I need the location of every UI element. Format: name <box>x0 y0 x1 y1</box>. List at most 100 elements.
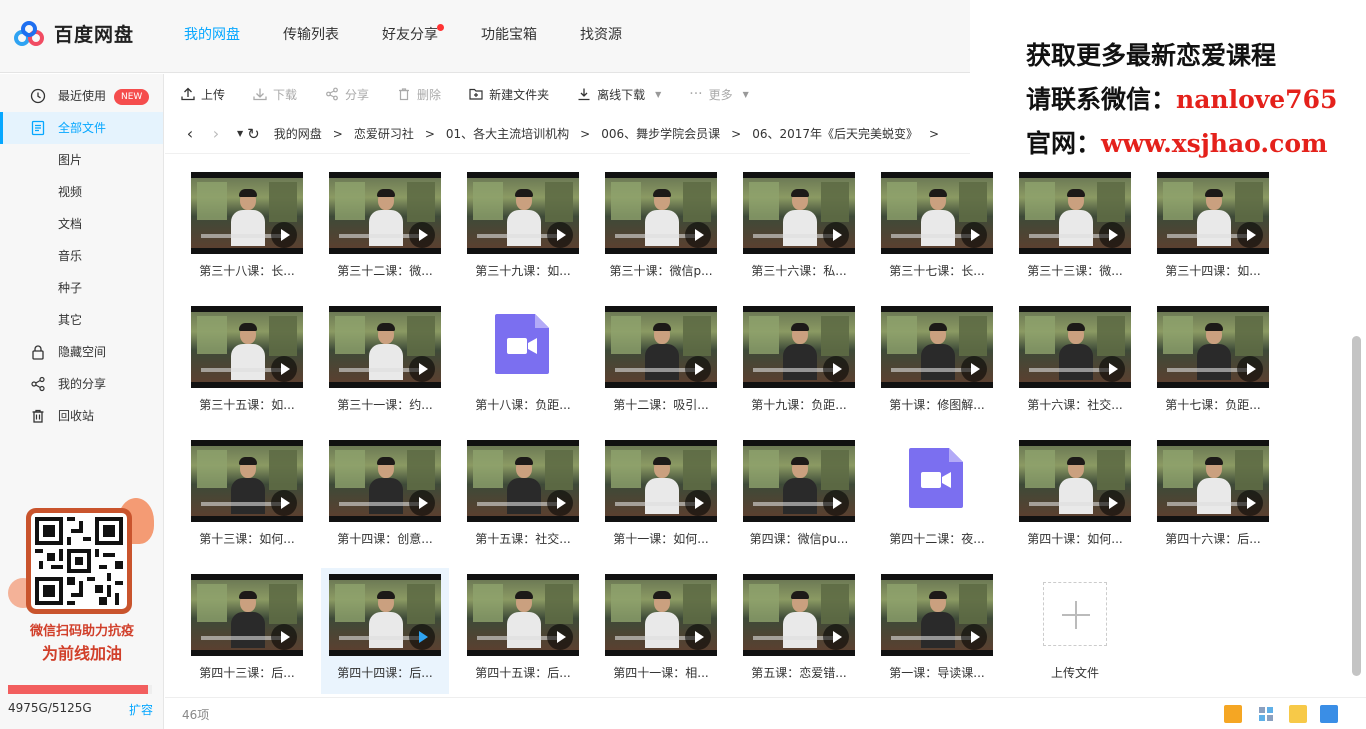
lock-icon[interactable] <box>1320 705 1338 723</box>
more-button[interactable]: ··· 更多 ▼ <box>689 86 749 103</box>
delete-button[interactable]: 删除 <box>397 86 441 103</box>
file-tile[interactable]: 第十课：修图解... <box>873 300 1001 426</box>
file-tile[interactable]: 第十六课：社交... <box>1011 300 1139 426</box>
file-tile[interactable]: 第十七课：负距... <box>1149 300 1277 426</box>
vertical-scrollbar[interactable] <box>1352 156 1361 680</box>
scrollbar-thumb[interactable] <box>1352 336 1361 676</box>
breadcrumb-item[interactable]: 我的网盘 <box>274 125 322 142</box>
expand-storage-link[interactable]: 扩容 <box>129 701 153 718</box>
share-button[interactable]: 分享 <box>325 86 369 103</box>
video-thumbnail <box>881 172 993 254</box>
apps-grid-icon[interactable] <box>1257 705 1275 723</box>
sidebar-item-my-share[interactable]: 我的分享 <box>0 368 163 400</box>
offline-download-button[interactable]: 离线下载 ▼ <box>577 86 661 103</box>
tab-toolbox[interactable]: 功能宝箱 <box>467 0 551 73</box>
cloud-logo-icon <box>14 20 46 47</box>
play-icon <box>1237 490 1263 516</box>
play-icon <box>1237 356 1263 382</box>
sidebar-item-label: 全部文件 <box>58 121 107 135</box>
breadcrumb-separator-icon: > <box>332 126 343 141</box>
tab-find-resources[interactable]: 找资源 <box>566 0 636 73</box>
sidebar-item-recycle-bin[interactable]: 回收站 <box>0 400 163 432</box>
breadcrumb-item[interactable]: 006、舞步学院会员课 <box>601 125 720 142</box>
file-tile[interactable]: 第四十课：如何... <box>1011 434 1139 560</box>
file-name: 第三十九课：如... <box>475 264 571 278</box>
file-name: 第四十五课：后... <box>475 666 571 680</box>
file-tile[interactable]: 第五课：恋爱错... <box>735 568 863 694</box>
sidebar-item-others[interactable]: 其它 <box>0 304 163 336</box>
upload-button[interactable]: 上传 <box>181 86 225 103</box>
baidu-netdisk-window: 百度网盘 我的网盘 传输列表 好友分享 功能宝箱 找资源 获取更多最新恋爱课程 … <box>0 0 1366 729</box>
file-tile[interactable]: 第三十五课：如... <box>183 300 311 426</box>
sidebar-item-label: 回收站 <box>58 409 95 423</box>
file-tile[interactable]: 第三十四课：如... <box>1149 166 1277 292</box>
sidebar-item-docs[interactable]: 文档 <box>0 208 163 240</box>
sidebar-item-hidden-space[interactable]: 隐藏空间 <box>0 336 163 368</box>
lock-icon <box>32 345 44 360</box>
file-tile[interactable]: 第三十二课：微... <box>321 166 449 292</box>
file-tile[interactable]: 第四十四课：后... <box>321 568 449 694</box>
file-tile[interactable]: 第十一课：如何... <box>597 434 725 560</box>
file-tile[interactable]: 第四十六课：后... <box>1149 434 1277 560</box>
file-tile[interactable]: 第四十三课：后... <box>183 568 311 694</box>
back-arrow-icon[interactable]: ‹ <box>179 124 201 143</box>
offline-download-label: 离线下载 <box>597 87 646 102</box>
forward-arrow-icon[interactable]: › <box>205 124 227 143</box>
file-tile[interactable]: 第一课：导读课... <box>873 568 1001 694</box>
sidebar-item-music[interactable]: 音乐 <box>0 240 163 272</box>
breadcrumb-item[interactable]: 01、各大主流培训机构 <box>446 125 569 142</box>
video-thumbnail <box>329 172 441 254</box>
sidebar-item-recent[interactable]: 最近使用 NEW <box>0 80 163 112</box>
file-tile[interactable]: 第三十课：微信p... <box>597 166 725 292</box>
transfer-upload-icon[interactable] <box>1289 705 1307 723</box>
video-thumbnail <box>1019 172 1131 254</box>
file-name: 第一课：导读课... <box>889 666 985 680</box>
sidebar-item-videos[interactable]: 视频 <box>0 176 163 208</box>
file-tile[interactable]: 第三十八课：长... <box>183 166 311 292</box>
play-icon <box>547 624 573 650</box>
video-thumbnail <box>191 306 303 388</box>
sidebar-item-seeds[interactable]: 种子 <box>0 272 163 304</box>
medal-icon[interactable] <box>1224 705 1242 723</box>
file-tile[interactable]: 第十四课：创意... <box>321 434 449 560</box>
tab-friend-share[interactable]: 好友分享 <box>368 0 452 73</box>
file-tile[interactable]: 第三十三课：微... <box>1011 166 1139 292</box>
file-tile[interactable]: 第四课：微信pu... <box>735 434 863 560</box>
sidebar-item-all-files[interactable]: 全部文件 <box>0 112 163 144</box>
file-tile[interactable]: 第三十一课：约... <box>321 300 449 426</box>
sidebar-item-pictures[interactable]: 图片 <box>0 144 163 176</box>
play-icon <box>409 356 435 382</box>
new-folder-button[interactable]: 新建文件夹 <box>469 86 549 103</box>
qr-promo[interactable]: 微信扫码助力抗疫 为前线加油 <box>8 498 156 668</box>
file-tile[interactable]: 第四十五课：后... <box>459 568 587 694</box>
video-thumbnail <box>329 574 441 656</box>
breadcrumb-item[interactable]: 06、2017年《后天完美蜕变》 <box>752 125 918 142</box>
file-tile[interactable]: 第四十二课：夜... <box>873 434 1001 560</box>
history-dropdown-icon[interactable]: ▼ <box>237 129 243 138</box>
breadcrumb-separator-icon: > <box>929 126 940 141</box>
download-button[interactable]: 下载 <box>253 86 297 103</box>
breadcrumb-separator-icon: > <box>731 126 742 141</box>
breadcrumb-item[interactable]: 恋爱研习社 <box>354 125 414 142</box>
file-name: 第三十二课：微... <box>337 264 433 278</box>
promo-site-label: 官网： <box>1026 129 1102 158</box>
file-tile[interactable]: 第三十六课：私... <box>735 166 863 292</box>
file-tile[interactable]: 第十三课：如何... <box>183 434 311 560</box>
file-name: 第十五课：社交... <box>475 532 571 546</box>
file-tile[interactable]: 第十二课：吸引... <box>597 300 725 426</box>
file-tile[interactable]: 第十八课：负距... <box>459 300 587 426</box>
file-tile[interactable]: 第四十一课：相... <box>597 568 725 694</box>
file-tile[interactable]: 第三十七课：长... <box>873 166 1001 292</box>
app-logo[interactable]: 百度网盘 <box>14 20 134 47</box>
tab-my-netdisk[interactable]: 我的网盘 <box>170 0 254 73</box>
share-icon <box>326 87 338 101</box>
file-tile[interactable]: 第三十九课：如... <box>459 166 587 292</box>
tab-transfer-list[interactable]: 传输列表 <box>269 0 353 73</box>
file-tile[interactable]: 第十五课：社交... <box>459 434 587 560</box>
play-icon <box>1099 490 1125 516</box>
more-label: 更多 <box>708 87 733 102</box>
upload-file-tile[interactable]: 上传文件 <box>1011 568 1139 694</box>
refresh-icon[interactable]: ↻ <box>247 125 260 143</box>
file-tile[interactable]: 第十九课：负距... <box>735 300 863 426</box>
file-name: 第四课：微信pu... <box>749 532 849 546</box>
